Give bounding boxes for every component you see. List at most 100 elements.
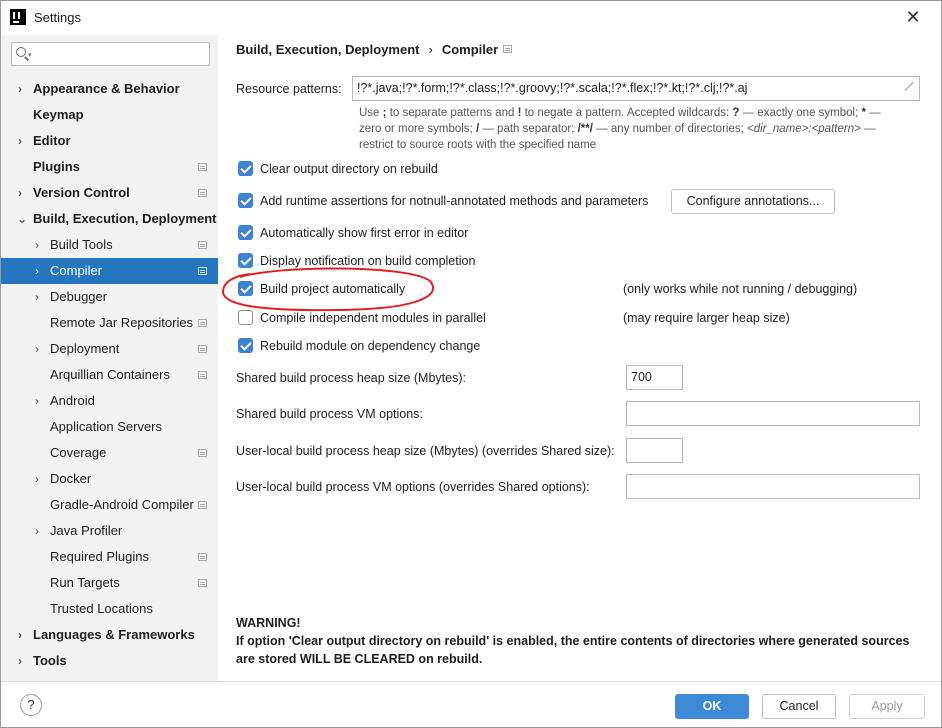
chevron-right-icon: ›: [35, 524, 39, 538]
sidebar-item-label: Build Tools: [50, 237, 113, 252]
window-title: Settings: [34, 10, 81, 25]
sidebar-item-build-execution-deployment[interactable]: ⌄ Build, Execution, Deployment: [1, 206, 218, 232]
resource-patterns-field[interactable]: !?*.java;!?*.form;!?*.class;!?*.groovy;!…: [352, 76, 920, 101]
build-automatically-note: (only works while not running / debuggin…: [623, 282, 858, 296]
breadcrumb: Build, Execution, Deployment › Compiler: [236, 42, 498, 57]
checkbox-checked-icon[interactable]: [238, 281, 253, 296]
sidebar-item-debugger[interactable]: › Debugger: [1, 284, 218, 310]
warning-title: WARNING!: [236, 616, 301, 630]
checkbox-checked-icon[interactable]: [238, 193, 253, 208]
sidebar-item-label: Debugger: [50, 289, 108, 304]
sidebar-item-label: Docker: [50, 471, 92, 486]
sidebar-item-label: Plugins: [33, 159, 80, 174]
checkbox-label: Automatically show first error in editor: [260, 226, 469, 240]
sidebar-item-gradle-android-compiler[interactable]: Gradle-Android Compiler: [1, 492, 218, 518]
project-settings-icon: [198, 267, 207, 275]
breadcrumb-separator-icon: ›: [428, 42, 433, 57]
project-settings-icon: [198, 371, 207, 379]
apply-button[interactable]: Apply: [849, 694, 925, 719]
sidebar-item-label: Tools: [33, 653, 67, 668]
breadcrumb-parent[interactable]: Build, Execution, Deployment: [236, 42, 419, 57]
resource-patterns-value: !?*.java;!?*.form;!?*.class;!?*.groovy;!…: [357, 81, 748, 95]
checkbox-checked-icon[interactable]: [238, 161, 253, 176]
help-button[interactable]: ?: [20, 694, 42, 716]
sidebar-item-label: Editor: [33, 133, 71, 148]
checkbox-label: Add runtime assertions for notnull-annot…: [260, 194, 649, 208]
sidebar-item-keymap[interactable]: Keymap: [1, 102, 218, 128]
settings-search-box[interactable]: ▾: [11, 42, 210, 66]
sidebar-item-version-control[interactable]: › Version Control: [1, 180, 218, 206]
chevron-right-icon: ›: [18, 628, 22, 642]
sidebar-item-appearance-behavior[interactable]: › Appearance & Behavior: [1, 76, 218, 102]
sidebar-item-label: Gradle-Android Compiler: [50, 497, 194, 512]
sidebar-item-remote-jar-repositories[interactable]: Remote Jar Repositories: [1, 310, 218, 336]
checkbox-checked-icon[interactable]: [238, 253, 253, 268]
project-settings-icon: [198, 579, 207, 587]
checkbox-checked-icon[interactable]: [238, 225, 253, 240]
sidebar-item-application-servers[interactable]: Application Servers: [1, 414, 218, 440]
user-vm-options-input[interactable]: [626, 474, 920, 499]
chevron-right-icon: ›: [18, 654, 22, 668]
shared-vm-options-label: Shared build process VM options:: [236, 407, 423, 421]
checkbox-label: Compile independent modules in parallel: [260, 311, 486, 325]
sidebar-item-java-profiler[interactable]: › Java Profiler: [1, 518, 218, 544]
sidebar-item-plugins[interactable]: Plugins: [1, 154, 218, 180]
sidebar-item-label: Coverage: [50, 445, 107, 460]
sidebar-item-build-tools[interactable]: › Build Tools: [1, 232, 218, 258]
chevron-right-icon: ›: [35, 290, 39, 304]
checkbox-unchecked-icon[interactable]: [238, 310, 253, 325]
sidebar-item-label: Compiler: [50, 263, 103, 278]
chevron-right-icon: ›: [18, 134, 22, 148]
shared-heap-input[interactable]: 700: [626, 365, 683, 390]
checkbox-label: Rebuild module on dependency change: [260, 339, 481, 353]
chevron-right-icon: ›: [18, 186, 22, 200]
project-settings-icon: [198, 553, 207, 561]
sidebar-item-trusted-locations[interactable]: Trusted Locations: [1, 596, 218, 622]
sidebar-item-label: Java Profiler: [50, 523, 123, 538]
search-input[interactable]: [36, 45, 206, 63]
project-settings-icon: [198, 345, 207, 353]
chevron-right-icon: ›: [35, 238, 39, 252]
checkbox-label: Clear output directory on rebuild: [260, 162, 438, 176]
user-heap-label: User-local build process heap size (Mbyt…: [236, 444, 615, 458]
chevron-right-icon: ›: [35, 472, 39, 486]
expand-icon[interactable]: [903, 82, 913, 92]
shared-heap-value: 700: [631, 370, 652, 384]
sidebar-item-tools[interactable]: › Tools: [1, 648, 218, 674]
sidebar-item-docker[interactable]: › Docker: [1, 466, 218, 492]
breadcrumb-current: Compiler: [441, 42, 499, 57]
sidebar-item-required-plugins[interactable]: Required Plugins: [1, 544, 218, 570]
sidebar-item-coverage[interactable]: Coverage: [1, 440, 218, 466]
sidebar-item-label: Version Control: [33, 185, 130, 200]
sidebar-item-run-targets[interactable]: Run Targets: [1, 570, 218, 596]
warning-text: If option 'Clear output directory on reb…: [236, 634, 910, 666]
sidebar-item-languages-frameworks[interactable]: › Languages & Frameworks: [1, 622, 218, 648]
chevron-down-icon: ▾: [28, 52, 32, 59]
sidebar-item-label: Application Servers: [50, 419, 162, 434]
sidebar-item-arquillian-containers[interactable]: Arquillian Containers: [1, 362, 218, 388]
sidebar-item-label: Appearance & Behavior: [33, 81, 180, 96]
title-bar: Settings ✕: [1, 1, 941, 35]
shared-heap-label: Shared build process heap size (Mbytes):: [236, 371, 466, 385]
sidebar-item-label: Languages & Frameworks: [33, 627, 195, 642]
user-heap-input[interactable]: [626, 438, 683, 463]
chevron-right-icon: ›: [35, 264, 39, 278]
sidebar-item-editor[interactable]: › Editor: [1, 128, 218, 154]
ok-button[interactable]: OK: [675, 694, 749, 719]
sidebar-item-android[interactable]: › Android: [1, 388, 218, 414]
cancel-button[interactable]: Cancel: [762, 694, 836, 719]
project-settings-icon: [198, 449, 207, 457]
shared-vm-options-input[interactable]: [626, 401, 920, 426]
sidebar-item-label: Deployment: [50, 341, 120, 356]
sidebar-item-label: Trusted Locations: [50, 601, 153, 616]
sidebar-item-label: Remote Jar Repositories: [50, 315, 194, 330]
sidebar-item-deployment[interactable]: › Deployment: [1, 336, 218, 362]
settings-sidebar: ▾ › Appearance & Behavior Keymap › Edito…: [1, 35, 218, 681]
sidebar-item-compiler[interactable]: › Compiler: [1, 258, 218, 284]
close-icon[interactable]: ✕: [903, 7, 923, 27]
user-vm-options-label: User-local build process VM options (ove…: [236, 480, 590, 494]
footer-divider: [1, 681, 941, 682]
configure-annotations-button[interactable]: Configure annotations...: [671, 189, 835, 214]
intellij-logo-icon: [10, 9, 26, 25]
checkbox-checked-icon[interactable]: [238, 338, 253, 353]
